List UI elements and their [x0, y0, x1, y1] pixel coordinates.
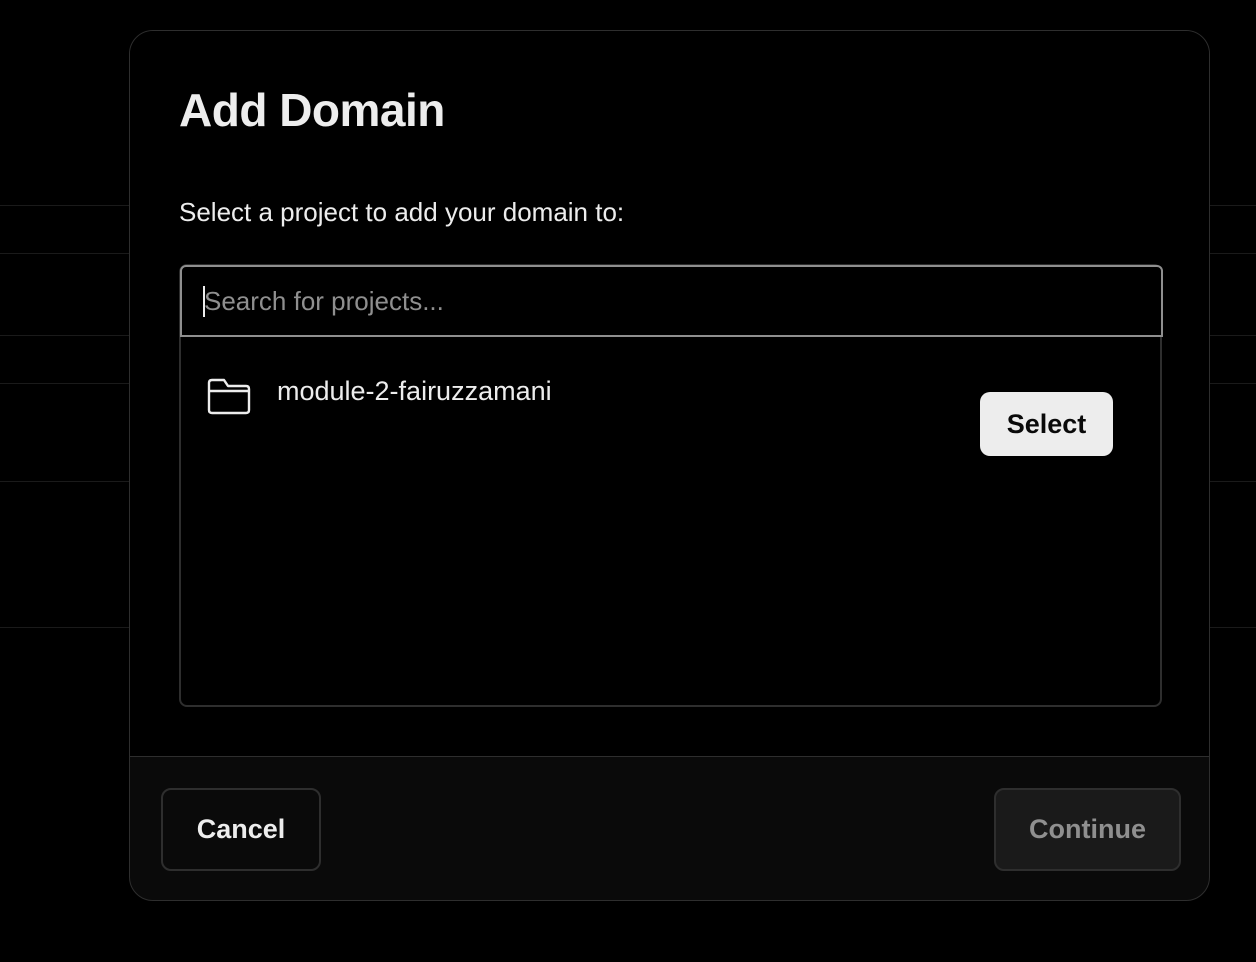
select-project-button[interactable]: Select	[980, 392, 1113, 456]
dialog-subtitle: Select a project to add your domain to:	[179, 197, 625, 227]
continue-button[interactable]: Continue	[994, 788, 1181, 871]
project-list-item[interactable]: module-2-fairuzzamani Select	[181, 338, 1160, 456]
add-domain-dialog: Add Domain Select a project to add your …	[129, 30, 1210, 901]
project-name: module-2-fairuzzamani	[277, 376, 552, 406]
dialog-title: Add Domain	[179, 84, 445, 136]
cancel-button[interactable]: Cancel	[161, 788, 321, 871]
project-picker: module-2-fairuzzamani Select	[179, 264, 1163, 707]
dialog-body: Add Domain Select a project to add your …	[130, 31, 1209, 756]
text-cursor	[203, 286, 205, 317]
folder-icon	[206, 377, 252, 415]
footer-divider	[130, 756, 1209, 757]
project-search-input[interactable]	[180, 265, 1163, 337]
